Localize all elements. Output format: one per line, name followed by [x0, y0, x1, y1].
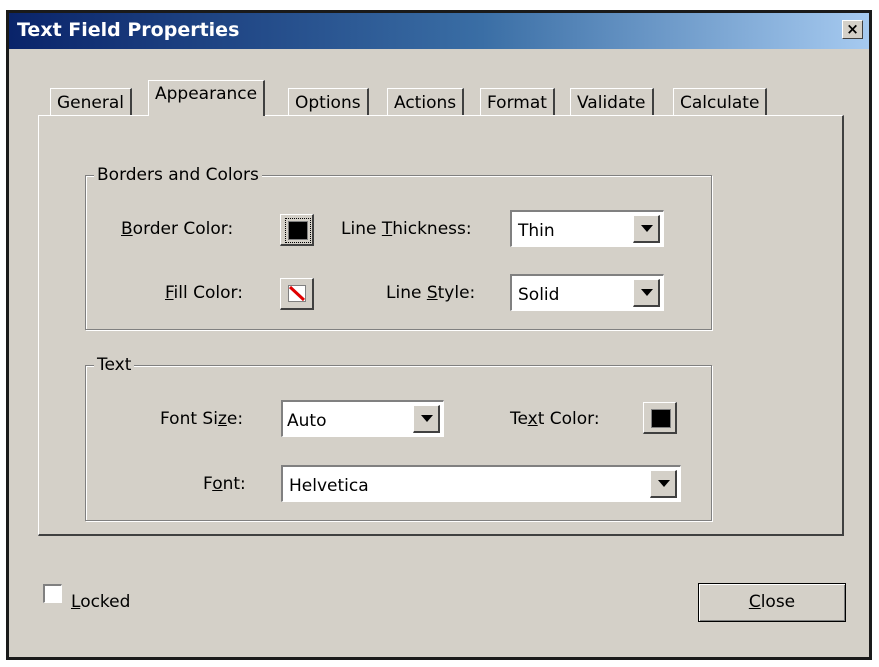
font-select[interactable]: Helvetica — [281, 465, 681, 502]
close-button[interactable]: Close — [698, 583, 846, 622]
text-color-label: Text Color: — [510, 409, 600, 429]
chevron-down-icon[interactable] — [633, 215, 660, 243]
text-color-button[interactable] — [643, 402, 677, 434]
tab-appearance[interactable]: Appearance — [148, 80, 266, 116]
text-color-swatch — [651, 409, 671, 428]
tab-actions[interactable]: Actions — [387, 88, 465, 116]
line-thickness-label: Line Thickness: — [341, 219, 472, 239]
text-group-legend: Text — [94, 355, 135, 375]
close-icon: × — [846, 20, 859, 38]
chevron-down-icon[interactable] — [633, 279, 660, 307]
tab-calculate[interactable]: Calculate — [673, 88, 768, 116]
tab-general[interactable]: General — [50, 88, 132, 116]
borders-group-legend: Borders and Colors — [94, 165, 262, 185]
tab-validate[interactable]: Validate — [570, 88, 654, 116]
font-size-label: Font Size: — [160, 409, 244, 429]
line-style-select[interactable]: Solid — [510, 274, 664, 311]
locked-checkbox[interactable] — [43, 584, 62, 603]
font-label: Font: — [203, 474, 246, 494]
chevron-down-icon[interactable] — [650, 470, 677, 498]
border-color-button[interactable] — [280, 214, 314, 246]
chevron-down-icon[interactable] — [413, 405, 440, 433]
tab-options[interactable]: Options — [288, 88, 369, 116]
tab-format[interactable]: Format — [480, 88, 555, 116]
line-thickness-select[interactable]: Thin — [510, 210, 664, 247]
fill-color-label: Fill Color: — [165, 283, 243, 303]
border-color-label: Border Color: — [121, 219, 234, 239]
locked-label[interactable]: Locked — [71, 592, 130, 612]
title-bar: Text Field Properties × — [9, 13, 869, 49]
border-color-swatch — [285, 218, 311, 243]
font-size-select[interactable]: Auto — [281, 400, 444, 437]
dialog-title: Text Field Properties — [17, 19, 240, 41]
title-close-button[interactable]: × — [842, 20, 863, 39]
no-fill-icon — [288, 285, 306, 302]
fill-color-button[interactable] — [280, 278, 314, 310]
line-style-label: Line Style: — [386, 283, 476, 303]
